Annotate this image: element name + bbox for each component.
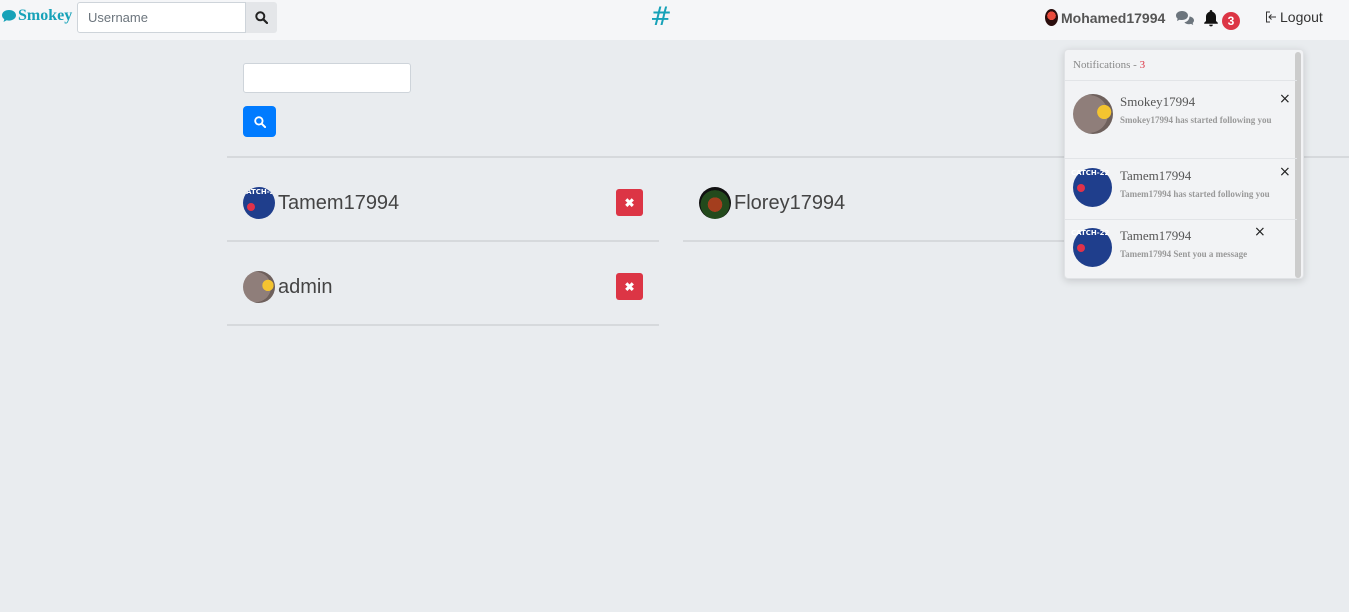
current-user-link[interactable]: Mohamed17994 [1045,9,1165,26]
search-button[interactable] [246,2,277,33]
notification-sender: Tamem17994 [1120,168,1192,183]
user-name-link[interactable]: admin [278,276,332,299]
brand-link[interactable]: Smokey [1,7,72,25]
search-icon [253,115,266,128]
divider [1065,219,1297,220]
close-icon[interactable]: × [1279,91,1291,107]
notification-text: Tamem17994 Sent you a message [1120,249,1248,259]
scrollbar[interactable] [1295,52,1301,278]
close-icon[interactable]: × [1279,164,1291,180]
notification-avatar [1071,168,1112,207]
notification-text: Tamem17994 has started following you [1120,189,1270,199]
hashtag-link[interactable]: # [650,2,672,32]
user-avatar [699,187,731,219]
brand-name: Smokey [18,7,73,24]
notifications-dropdown: Notifications - 3 Smokey17994 Smokey1799… [1064,49,1304,279]
chat-icon[interactable] [1175,10,1195,31]
divider [683,240,1083,242]
user-row: Tamem17994 [243,187,399,219]
user-name-link[interactable]: Florey17994 [734,192,845,215]
notification-avatar [1073,94,1113,134]
notification-item[interactable]: Tamem17994 Tamem17994 has started follow… [1071,164,1293,212]
divider [1065,80,1297,81]
notification-avatar [1071,228,1112,267]
bell-icon[interactable] [1203,9,1219,32]
notification-item[interactable]: Tamem17994 Tamem17994 Sent you a message… [1071,224,1293,272]
divider [1065,158,1297,159]
notifications-title: Notifications - [1073,59,1140,71]
notifications-header: Notifications - 3 [1073,59,1145,71]
divider [227,240,659,242]
user-avatar [243,187,275,219]
user-row: admin [243,271,332,303]
notification-sender: Smokey17994 [1120,94,1196,109]
divider [227,324,659,326]
close-icon[interactable]: × [1254,224,1266,240]
delete-user-button[interactable]: ✖ [616,273,643,300]
username-search-input[interactable] [77,2,246,33]
user-avatar [243,271,275,303]
speech-bubble-icon [2,10,16,22]
delete-user-button[interactable]: ✖ [616,189,643,216]
user-row: Florey17994 [699,187,845,219]
user-name-link[interactable]: Tamem17994 [278,192,399,215]
logout-link[interactable]: Logout [1265,9,1323,25]
logout-icon [1266,11,1276,23]
notification-count-badge: 3 [1222,12,1240,30]
filter-input[interactable] [243,63,411,93]
notifications-count: 3 [1139,59,1146,71]
user-search [77,2,277,33]
filter-search-button[interactable] [243,106,276,137]
user-avatar [1045,9,1058,26]
search-icon [255,11,268,24]
logout-label: Logout [1280,9,1323,25]
notification-sender: Tamem17994 [1120,228,1192,243]
notification-text: Smokey17994 has started following you [1120,115,1272,125]
notification-item[interactable]: Smokey17994 Smokey17994 has started foll… [1073,91,1293,154]
navbar: Smokey # Mohamed17994 3 Logout [0,0,1349,40]
current-user-name: Mohamed17994 [1061,9,1166,26]
